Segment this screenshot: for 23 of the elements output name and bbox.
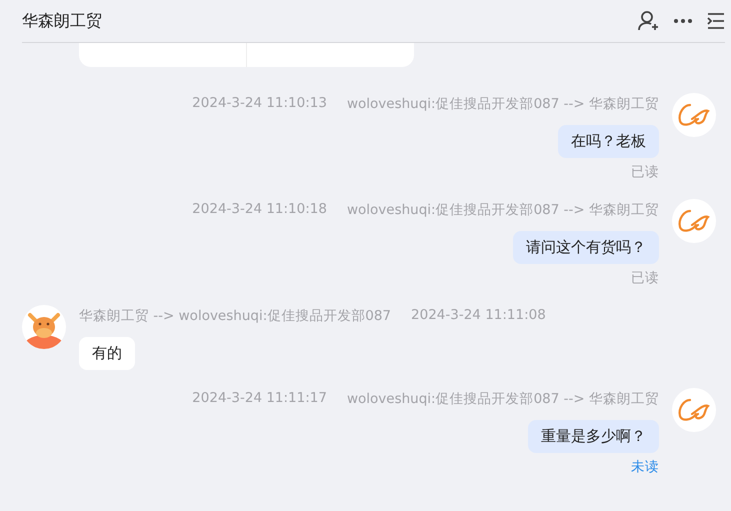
- add-user-icon[interactable]: [637, 10, 659, 32]
- message-bubble: 有的: [79, 337, 135, 370]
- message-sender: woloveshuqi:促佳搜品开发部087 --> 华森朗工贸: [346, 95, 659, 113]
- message-bubble: 重量是多少啊？: [528, 420, 659, 453]
- message-sender: woloveshuqi:促佳搜品开发部087 --> 华森朗工贸: [346, 201, 659, 219]
- more-icon[interactable]: [673, 18, 693, 24]
- read-status: 已读: [631, 163, 659, 181]
- message-time: 2024-3-24 11:10:13: [192, 95, 327, 113]
- avatar-icon: [672, 93, 716, 137]
- message-bubble: 请问这个有货吗？: [513, 231, 659, 264]
- message-sender: 华森朗工贸 --> woloveshuqi:促佳搜品开发部087: [79, 307, 392, 325]
- message-bubble: 在吗？老板: [558, 125, 659, 158]
- read-status: 已读: [631, 269, 659, 287]
- chat-title: 华森朗工贸: [22, 10, 102, 32]
- message-time: 2024-3-24 11:11:17: [192, 390, 327, 408]
- read-status: 未读: [631, 458, 659, 476]
- message-time: 2024-3-24 11:10:18: [192, 201, 327, 219]
- message-time: 2024-3-24 11:11:08: [411, 307, 546, 325]
- avatar-icon: [672, 388, 716, 432]
- avatar-icon: [22, 305, 66, 349]
- avatar-icon: [672, 199, 716, 243]
- menu-icon[interactable]: [707, 12, 725, 30]
- message-sender: woloveshuqi:促佳搜品开发部087 --> 华森朗工贸: [346, 390, 659, 408]
